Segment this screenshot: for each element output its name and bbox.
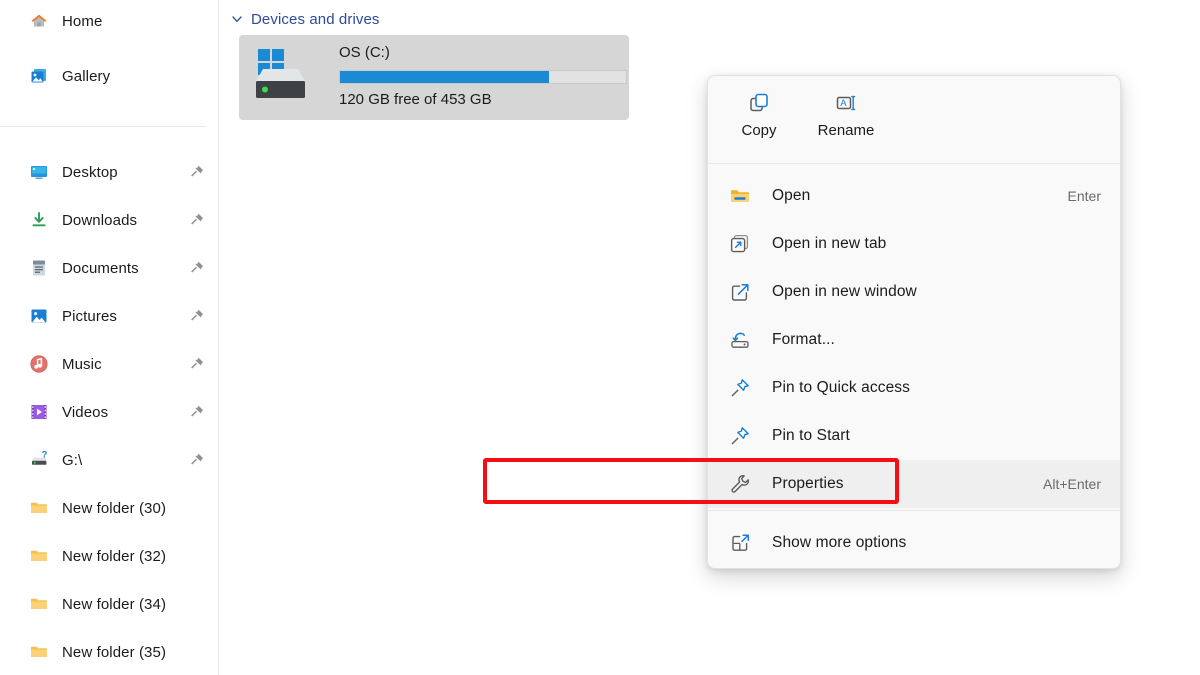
home-icon <box>29 11 49 31</box>
format-icon <box>729 329 751 351</box>
menu-item-open[interactable]: Open Enter <box>708 172 1121 220</box>
pin-icon[interactable] <box>189 260 205 276</box>
sidebar-item-label: Desktop <box>62 164 118 181</box>
file-explorer-window: Home Gallery <box>0 0 1200 675</box>
menu-item-pin-to-quick-access[interactable]: Pin to Quick access <box>708 364 1121 412</box>
menu-item-show-more-options[interactable]: Show more options <box>708 519 1121 567</box>
menu-item-label: Pin to Quick access <box>772 379 910 397</box>
pin-icon[interactable] <box>189 452 205 468</box>
pictures-icon <box>29 306 49 326</box>
sidebar-item-pictures[interactable]: Pictures <box>0 300 219 332</box>
sidebar-item-documents[interactable]: Documents <box>0 252 219 284</box>
sidebar-item-label: New folder (32) <box>62 548 166 565</box>
pin-icon[interactable] <box>189 404 205 420</box>
rename-button-label: Rename <box>818 122 875 139</box>
pin-icon <box>729 425 751 447</box>
drive-unknown-icon: ? <box>29 450 49 470</box>
folder-icon <box>29 642 49 662</box>
chevron-down-icon[interactable] <box>230 12 244 26</box>
gallery-icon <box>29 66 49 86</box>
menu-item-shortcut: Alt+Enter <box>1043 476 1101 492</box>
sidebar-item-label: Music <box>62 356 102 373</box>
sidebar-item-label: New folder (35) <box>62 644 166 661</box>
drive-name-label: OS (C:) <box>339 44 390 61</box>
menu-item-open-in-new-tab[interactable]: Open in new tab <box>708 220 1121 268</box>
menu-item-label: Open in new window <box>772 283 917 301</box>
sidebar-item-label: Videos <box>62 404 108 421</box>
sidebar-item-label: Home <box>62 13 102 30</box>
show-more-icon <box>729 532 751 554</box>
content-pane: Devices and drives OS (C:) 120 GB free o… <box>219 0 1200 675</box>
pin-icon[interactable] <box>189 356 205 372</box>
menu-item-label: Open in new tab <box>772 235 886 253</box>
pin-icon[interactable] <box>189 212 205 228</box>
svg-text:A: A <box>840 98 847 109</box>
new-tab-icon <box>729 233 751 255</box>
sidebar-item-label: New folder (34) <box>62 596 166 613</box>
documents-icon <box>29 258 49 278</box>
drive-capacity-fill <box>340 71 549 83</box>
sidebar-item-label: Pictures <box>62 308 117 325</box>
sidebar-item-new-folder-34[interactable]: New folder (34) <box>0 588 219 620</box>
svg-text:?: ? <box>42 450 48 460</box>
folder-icon <box>29 498 49 518</box>
group-header-label: Devices and drives <box>251 11 380 28</box>
drive-tile-os-c[interactable]: OS (C:) 120 GB free of 453 GB <box>239 35 629 120</box>
sidebar-item-label: Gallery <box>62 68 110 85</box>
menu-item-properties[interactable]: Properties Alt+Enter <box>708 460 1121 508</box>
sidebar-item-label: G:\ <box>62 452 82 469</box>
folder-icon <box>29 594 49 614</box>
menu-item-pin-to-start[interactable]: Pin to Start <box>708 412 1121 460</box>
context-menu-separator <box>708 163 1121 164</box>
menu-item-open-in-new-window[interactable]: Open in new window <box>708 268 1121 316</box>
sidebar-item-label: New folder (30) <box>62 500 166 517</box>
menu-item-label: Pin to Start <box>772 427 850 445</box>
menu-item-shortcut: Enter <box>1068 188 1101 204</box>
rename-icon: A <box>834 86 858 120</box>
menu-item-label: Show more options <box>772 534 906 552</box>
sidebar-divider <box>0 126 206 127</box>
videos-icon <box>29 402 49 422</box>
pin-icon[interactable] <box>189 308 205 324</box>
navigation-pane: Home Gallery <box>0 0 219 675</box>
sidebar-item-videos[interactable]: Videos <box>0 396 219 428</box>
copy-button-label: Copy <box>741 122 776 139</box>
sidebar-item-label: Documents <box>62 260 139 277</box>
sidebar-item-desktop[interactable]: Desktop <box>0 156 219 188</box>
drive-capacity-bar <box>339 70 627 84</box>
folder-icon <box>29 546 49 566</box>
music-icon <box>29 354 49 374</box>
pin-icon <box>729 377 751 399</box>
sidebar-item-home[interactable]: Home <box>0 5 219 37</box>
sidebar-item-new-folder-35[interactable]: New folder (35) <box>0 636 219 668</box>
sidebar-item-music[interactable]: Music <box>0 348 219 380</box>
sidebar-item-new-folder-32[interactable]: New folder (32) <box>0 540 219 572</box>
menu-item-label: Open <box>772 187 810 205</box>
windows-drive-icon <box>252 44 314 106</box>
sidebar-item-gallery[interactable]: Gallery <box>0 60 219 92</box>
menu-item-format[interactable]: Format... <box>708 316 1121 364</box>
menu-item-label: Properties <box>772 475 844 493</box>
new-window-icon <box>729 281 751 303</box>
downloads-icon <box>29 210 49 230</box>
folder-open-icon <box>729 185 751 207</box>
group-header-devices-and-drives[interactable]: Devices and drives <box>230 8 380 30</box>
drive-capacity-label: 120 GB free of 453 GB <box>339 91 492 108</box>
pin-icon[interactable] <box>189 164 205 180</box>
wrench-icon <box>729 473 751 495</box>
sidebar-item-new-folder-30[interactable]: New folder (30) <box>0 492 219 524</box>
menu-item-label: Format... <box>772 331 835 349</box>
context-menu: Copy A Rename <box>707 75 1121 569</box>
copy-button[interactable]: Copy <box>721 86 797 152</box>
desktop-icon <box>29 162 49 182</box>
sidebar-item-downloads[interactable]: Downloads <box>0 204 219 236</box>
context-menu-toolbar: Copy A Rename <box>708 76 1120 163</box>
copy-icon <box>747 86 771 120</box>
sidebar-item-drive-g[interactable]: ? G:\ <box>0 444 219 476</box>
sidebar-item-label: Downloads <box>62 212 137 229</box>
context-menu-separator <box>708 510 1121 511</box>
rename-button[interactable]: A Rename <box>808 86 884 152</box>
